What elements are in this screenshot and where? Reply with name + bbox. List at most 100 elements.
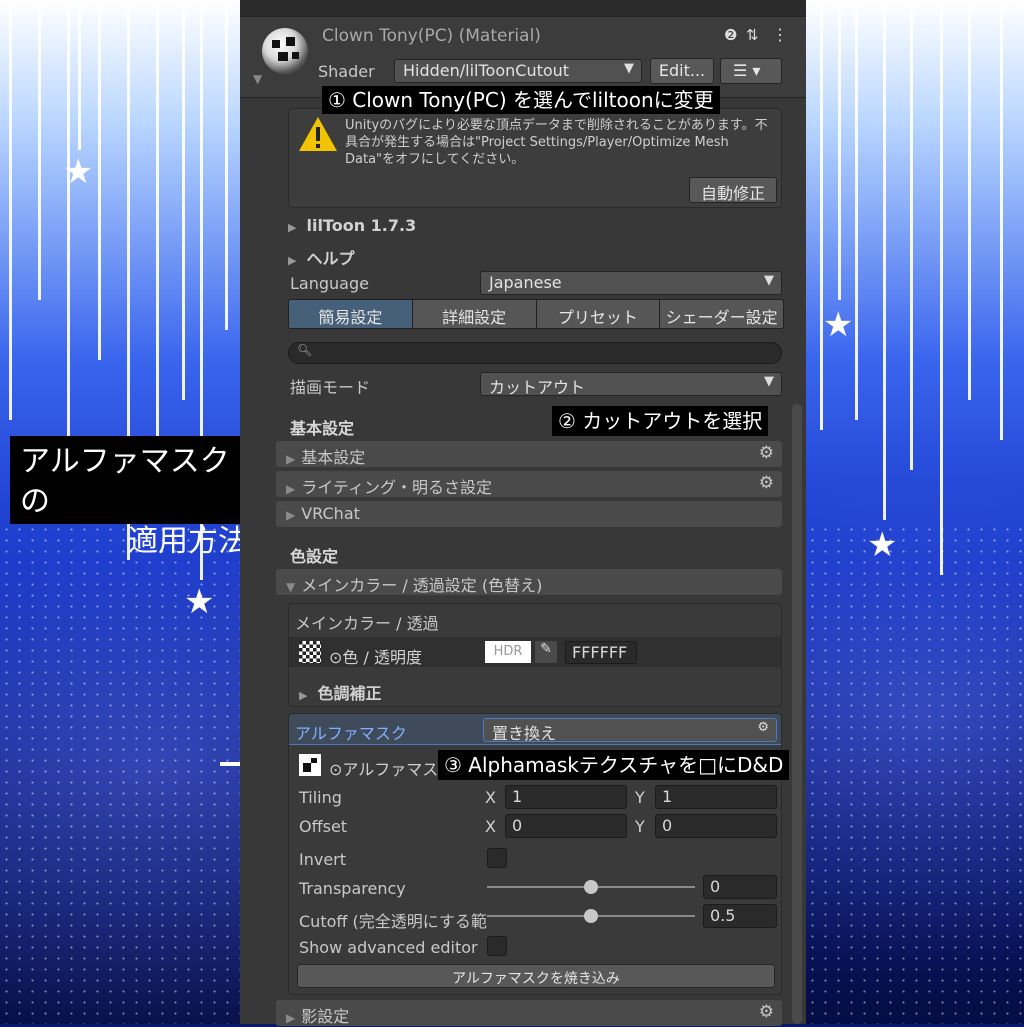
alpha-texture-slot[interactable] (299, 754, 321, 776)
search-input[interactable]: 🔍︎ (288, 342, 782, 364)
offset-x-label: X (485, 817, 496, 836)
warning-icon (297, 115, 339, 157)
tiling-x-label: X (485, 788, 496, 807)
hdr-color-swatch[interactable]: HDR (485, 641, 531, 663)
section-vrchat[interactable]: ▶ VRChat (276, 501, 782, 527)
star-icon: ★ (823, 305, 854, 345)
offset-y-label: Y (635, 817, 645, 836)
language-value: Japanese (489, 273, 562, 292)
cutoff-field[interactable]: 0.5 (703, 904, 777, 928)
side-title-box: アルファマスクの 適用方法 (10, 436, 258, 559)
advanced-editor-checkbox[interactable] (487, 936, 507, 956)
basic-settings-heading: 基本設定 (290, 419, 355, 438)
light-streak (883, 0, 886, 520)
bake-alpha-mask-button[interactable]: アルファマスクを焼き込み (297, 964, 775, 988)
light-streak (98, 0, 101, 360)
gear-icon[interactable]: ⚙ (759, 1002, 774, 1022)
main-color-subheading: メインカラー / 透過 (295, 614, 439, 633)
alpha-mask-mode-dropdown[interactable]: 置き換え ⚙ (483, 718, 777, 742)
collapse-arrow-icon: ▶ (286, 482, 296, 496)
light-streak (968, 0, 971, 400)
invert-label: Invert (299, 850, 347, 869)
collapse-arrow-icon: ▶ (286, 508, 296, 522)
transparency-field[interactable]: 0 (703, 875, 777, 899)
color-alpha-label: ⊙色 / 透明度 (329, 648, 422, 667)
search-icon: 🔍︎ (297, 343, 313, 357)
tab-simple[interactable]: 簡易設定 (289, 300, 413, 328)
offset-x-field[interactable]: 0 (505, 814, 627, 838)
section-shadow[interactable]: ▶ 影設定 ⚙ (276, 1000, 782, 1026)
offset-y-field[interactable]: 0 (655, 814, 777, 838)
light-streak (78, 0, 81, 150)
scrollbar[interactable] (792, 404, 802, 1024)
light-streak (67, 0, 70, 460)
tab-preset[interactable]: プリセット (536, 300, 661, 328)
shader-menu-button[interactable]: ☰ ▾ (720, 58, 782, 84)
chevron-down-icon: ▼ (764, 374, 774, 389)
tiling-label: Tiling (299, 788, 342, 807)
language-dropdown[interactable]: Japanese ▼ (480, 271, 782, 295)
tone-correction-foldout[interactable]: ▶ 色調補正 (299, 680, 381, 704)
annotation-step-2: ② カットアウトを選択 (552, 406, 769, 436)
header-fold-arrow-icon[interactable]: ▼ (253, 72, 262, 86)
texture-slot-icon[interactable] (299, 641, 321, 663)
transparency-label: Transparency (299, 879, 406, 898)
material-title: Clown Tony(PC) (Material) (322, 26, 541, 46)
light-streak (38, 0, 41, 300)
transparency-slider-thumb[interactable] (584, 880, 598, 894)
collapse-arrow-icon: ▶ (286, 1011, 296, 1025)
light-streak (1000, 0, 1003, 440)
warning-text: Unityのバグにより必要な頂点データまで削除されることがあります。不具合が発生… (345, 118, 768, 167)
language-label: Language (290, 274, 369, 293)
render-mode-dropdown[interactable]: カットアウト ▼ (480, 372, 782, 396)
tab-shader-settings[interactable]: シェーダー設定 (660, 300, 783, 328)
inspector-top-strip (240, 0, 806, 17)
kebab-icon[interactable]: ⋮ (772, 25, 788, 44)
collapse-arrow-icon: ▶ (286, 452, 296, 466)
star-icon: ★ (184, 582, 215, 622)
shader-dropdown[interactable]: Hidden/lilToonCutout ▼ (394, 59, 642, 83)
auto-fix-button[interactable]: 自動修正 (689, 177, 777, 203)
cutoff-label: Cutoff (完全透明にする範 (299, 912, 487, 931)
annotation-step-3: ③ Alphamaskテクスチャを□にD&D (438, 750, 790, 780)
advanced-editor-label: Show advanced editor (299, 938, 478, 957)
section-basic[interactable]: ▶ 基本設定 ⚙ (276, 441, 782, 467)
light-streak (182, 0, 185, 400)
eyedropper-icon[interactable]: ✎ (535, 641, 557, 663)
section-main-color[interactable]: ▼ メインカラー / 透過設定 (色替え) (276, 569, 782, 595)
warning-box: Unityのバグにより必要な頂点データまで削除されることがあります。不具合が発生… (288, 108, 782, 208)
light-streak (838, 0, 841, 300)
expand-arrow-icon: ▼ (286, 580, 296, 594)
cutoff-slider-thumb[interactable] (584, 909, 598, 923)
edit-shader-button[interactable]: Edit... (650, 58, 714, 84)
help-foldout[interactable]: ▶ ヘルプ (288, 245, 354, 269)
light-streak (225, 0, 228, 330)
shader-label: Shader (318, 62, 375, 81)
light-streak (855, 0, 858, 420)
light-streak (940, 0, 943, 575)
invert-checkbox[interactable] (487, 848, 507, 868)
gear-icon[interactable]: ⚙ (759, 473, 774, 493)
gear-icon[interactable]: ⚙ (757, 720, 769, 735)
preset-icon[interactable]: ⇅ (746, 26, 759, 44)
star-icon: ★ (63, 152, 94, 192)
hex-color-field[interactable]: FFFFFF (565, 641, 637, 664)
render-mode-label: 描画モード (290, 378, 371, 397)
tiling-x-field[interactable]: 1 (505, 785, 627, 809)
chevron-down-icon: ▼ (624, 61, 634, 76)
side-title-line1: アルファマスクの (20, 444, 230, 519)
tiling-y-field[interactable]: 1 (655, 785, 777, 809)
alpha-texture-label: ⊙アルファマスク (329, 760, 455, 779)
inspector-panel: ▼ Clown Tony(PC) (Material) ❷ ⇅ ⋮ Shader… (240, 0, 806, 1026)
side-title-line2: 適用方法 (128, 524, 248, 559)
light-streak (820, 0, 823, 430)
section-lighting[interactable]: ▶ ライティング・明るさ設定 ⚙ (276, 471, 782, 497)
tab-advanced[interactable]: 詳細設定 (412, 300, 537, 328)
alpha-mask-mode-value: 置き換え (492, 724, 557, 742)
offset-label: Offset (299, 817, 348, 836)
gear-icon[interactable]: ⚙ (759, 443, 774, 463)
help-icon[interactable]: ❷ (724, 26, 737, 44)
version-foldout[interactable]: ▶ lilToon 1.7.3 (288, 216, 416, 235)
chevron-down-icon: ▼ (764, 273, 774, 288)
annotation-step-1: ① Clown Tony(PC) を選んでliltoonに変更 (322, 86, 720, 114)
